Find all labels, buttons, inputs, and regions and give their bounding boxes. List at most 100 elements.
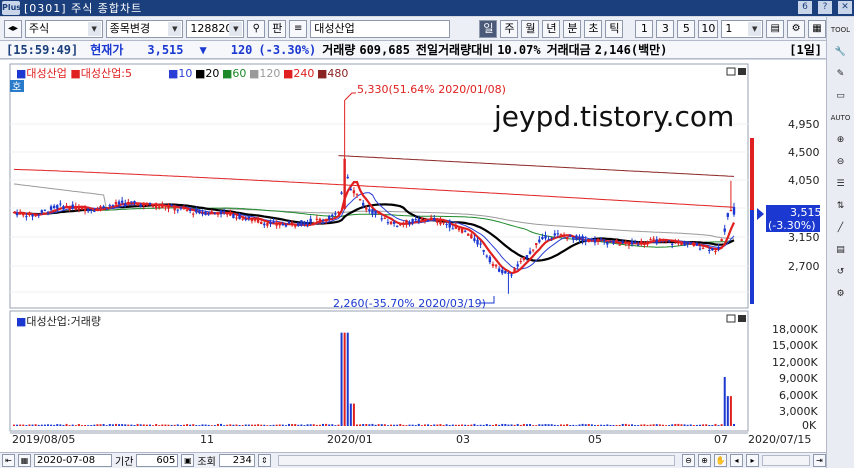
period-month-button[interactable]: 월 — [521, 19, 540, 38]
volume-bar — [254, 424, 257, 426]
candle-body — [420, 217, 424, 219]
volume-bar — [430, 425, 433, 426]
volume-bar — [346, 332, 349, 426]
current-price-axis-pct: (-3.30%) — [768, 219, 816, 232]
candle-body — [161, 204, 164, 209]
period-year-button[interactable]: 년 — [542, 19, 561, 38]
zoom-out-icon[interactable]: ⊖ — [830, 151, 852, 171]
candle-body — [606, 241, 609, 245]
price-tick-4050: 4,050 — [788, 174, 820, 187]
grid-icon[interactable]: ▦ — [808, 19, 826, 38]
candle-body — [127, 201, 130, 204]
search-icon[interactable]: ⚲ — [247, 19, 266, 38]
vol-tick-6000k: 6,000K — [779, 389, 818, 402]
candle-body — [244, 218, 247, 220]
save-icon[interactable]: ▤ — [766, 19, 785, 38]
period-tick-button[interactable]: 틱 — [605, 19, 624, 38]
candle-body — [399, 223, 402, 226]
period-badge[interactable]: [1일] — [789, 41, 822, 58]
chart-area[interactable]: ■대성산업 ■대성산업:5 ■10 ■20 ■60 ■120 ■240 ■480 호 je… — [0, 60, 826, 452]
legend-ma-120[interactable]: ■120 — [249, 67, 280, 80]
list-icon[interactable]: ≡ — [289, 19, 308, 38]
legend-ma-240[interactable]: ■240 — [283, 67, 314, 80]
volume-bar — [590, 424, 593, 426]
volume-bar — [152, 425, 155, 426]
candle-body — [633, 241, 637, 244]
period-week-button[interactable]: 주 — [500, 19, 519, 38]
quote-bar: [15:59:49] 현재가 3,515 ▼ 120 (-3.30%) 거래량 … — [0, 41, 826, 59]
volume-bar — [247, 424, 250, 426]
ho-badge[interactable]: 호 — [12, 81, 21, 93]
legend-ma-60[interactable]: ■60 — [222, 67, 246, 80]
volume-bar — [702, 424, 705, 426]
interval-select[interactable]: 1 — [721, 19, 764, 38]
hand-icon[interactable]: ✋ — [714, 454, 727, 467]
lookup-icon[interactable]: ▣ — [181, 454, 195, 467]
next-icon[interactable]: ▸ — [746, 454, 759, 467]
draw-icon[interactable]: ✎ — [830, 63, 852, 83]
view-count-input[interactable]: 234 — [218, 454, 255, 467]
volume-bar — [257, 424, 260, 426]
volume-bar — [148, 424, 151, 426]
period-second-button[interactable]: 초 — [584, 19, 603, 38]
tool-icon[interactable]: TOOL — [830, 19, 852, 39]
chart-svg[interactable]: ■대성산업 ■대성산업:5 ■10 ■20 ■60 ■120 ■240 ■480 호 je… — [0, 60, 826, 452]
candle-body — [28, 212, 31, 216]
interval-3-button[interactable]: 3 — [656, 19, 675, 38]
vol-panel-max-icon[interactable] — [738, 315, 746, 322]
trend-icon[interactable]: ╱ — [830, 217, 852, 237]
volume-bar — [553, 424, 556, 426]
interval-10-button[interactable]: 10 — [698, 19, 719, 38]
auto-icon[interactable]: AUTO — [830, 107, 852, 127]
nav-arrows-icon[interactable]: ◂▸ — [4, 19, 22, 38]
interval-1-button[interactable]: 1 — [635, 19, 654, 38]
range-end-icon[interactable]: ⇥ — [813, 454, 826, 467]
zoom-in-icon[interactable]: ⊕ — [830, 129, 852, 149]
calendar-icon[interactable]: ▦ — [18, 454, 31, 467]
zoom-in-bottom-icon[interactable]: ⊕ — [698, 454, 711, 467]
zoom-slider[interactable] — [762, 455, 810, 466]
candle-body — [331, 214, 334, 217]
candle-body — [426, 220, 430, 222]
menu-icon[interactable]: ☰ — [830, 173, 852, 193]
range-start-icon[interactable]: ⇤ — [2, 454, 15, 467]
candle-body — [96, 208, 99, 211]
panel-max-icon[interactable] — [738, 68, 746, 75]
settings-icon[interactable]: ⚙ — [830, 283, 852, 303]
pan-button[interactable]: 판 — [268, 19, 287, 38]
period-input[interactable]: 605 — [136, 454, 179, 467]
screen-number-badge[interactable]: 6 — [798, 1, 812, 14]
candle-body — [581, 236, 584, 241]
spin-icon[interactable]: ⇕ — [257, 454, 271, 467]
legend-ma-10[interactable]: ■10 — [168, 67, 192, 80]
scale-icon[interactable]: ⇅ — [830, 195, 852, 215]
date-select[interactable]: 2020-07-08 — [34, 454, 112, 467]
period-minute-button[interactable]: 분 — [563, 19, 582, 38]
ruler-icon[interactable]: ▭ — [830, 85, 852, 105]
candle-body — [52, 205, 56, 209]
zoom-out-bottom-icon[interactable]: ⊖ — [682, 454, 695, 467]
prev-icon[interactable]: ◂ — [730, 454, 743, 467]
candle-body — [324, 219, 328, 222]
interval-5-button[interactable]: 5 — [677, 19, 696, 38]
volume-bar — [733, 423, 735, 426]
close-icon[interactable]: ✕ — [838, 1, 852, 14]
data-icon[interactable]: ▤ — [830, 239, 852, 259]
volume-bar — [155, 423, 158, 426]
market-select[interactable]: 주식 — [24, 19, 103, 38]
legend-ma-480[interactable]: ■480 — [317, 67, 348, 80]
help-icon[interactable]: ? — [818, 1, 832, 14]
volume-bar — [334, 425, 337, 426]
settings-gear-icon[interactable]: ⚙ — [787, 19, 806, 38]
chart-scrollbar[interactable] — [277, 455, 675, 466]
volume-bar — [652, 424, 655, 426]
candle-body — [553, 233, 556, 236]
candle-body — [22, 212, 25, 216]
legend-ma-20[interactable]: ■20 — [195, 67, 219, 80]
change-stock-select[interactable]: 종목변경 — [105, 19, 184, 38]
restore-icon[interactable]: ↺ — [830, 261, 852, 281]
period-day-button[interactable]: 일 — [479, 19, 498, 38]
stock-code-input[interactable]: 128820 — [186, 19, 245, 38]
wrench-icon[interactable]: 🔧 — [830, 41, 852, 61]
candle-body — [263, 223, 266, 226]
